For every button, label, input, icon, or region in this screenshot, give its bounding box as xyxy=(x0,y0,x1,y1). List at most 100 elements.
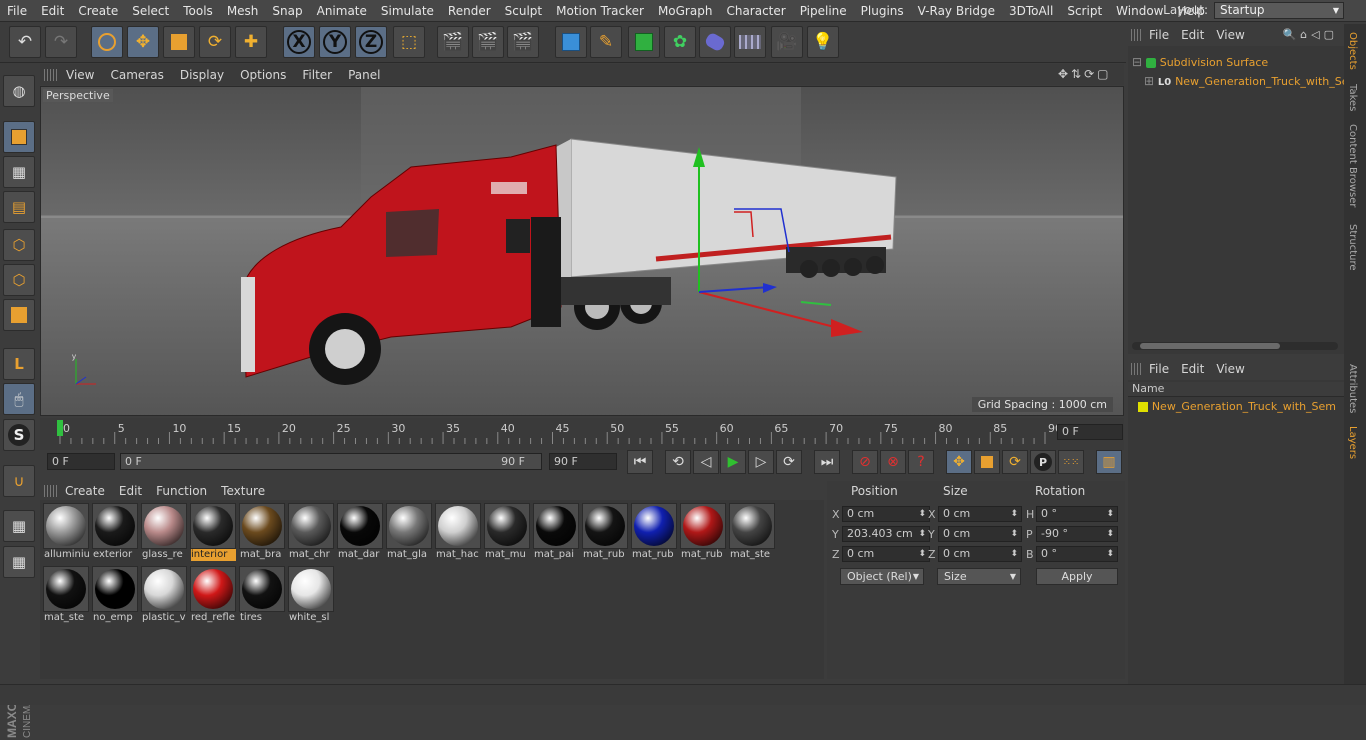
key-parameter-button[interactable]: P xyxy=(1030,450,1056,474)
size-field[interactable]: 0 cm ⬍ xyxy=(938,506,1022,522)
next-frame-button[interactable]: ▷ xyxy=(748,450,774,474)
rotate-button[interactable]: ⟳ xyxy=(199,26,231,58)
camera-button[interactable]: 🎥 xyxy=(771,26,803,58)
stepper-icon[interactable]: ⬍ xyxy=(918,547,926,561)
object-item-truck[interactable]: ⊞ L0 New_Generation_Truck_with_Sem xyxy=(1144,74,1344,88)
material-swatch[interactable]: mat_mu xyxy=(484,503,530,561)
subdivision-button[interactable] xyxy=(628,26,660,58)
material-swatch[interactable]: mat_chr xyxy=(288,503,334,561)
floor-button[interactable] xyxy=(734,26,766,58)
menu-file[interactable]: File xyxy=(0,0,34,22)
stepper-icon[interactable]: ⬍ xyxy=(1010,527,1018,541)
tab-attributes[interactable]: Attributes xyxy=(1347,364,1358,413)
menu-mograph[interactable]: MoGraph xyxy=(651,0,720,22)
material-swatch[interactable]: glass_re xyxy=(141,503,187,561)
viewport-perspective[interactable]: y Perspective Grid Spacing : 1000 cm xyxy=(40,86,1124,416)
y-axis-button[interactable]: Y xyxy=(319,26,351,58)
light-button[interactable]: 💡 xyxy=(807,26,839,58)
edges-mode-button[interactable]: ⬡ xyxy=(3,264,35,296)
material-swatch[interactable]: mat_gla xyxy=(386,503,432,561)
menu-motion-tracker[interactable]: Motion Tracker xyxy=(549,0,651,22)
object-hscrollbar[interactable] xyxy=(1132,342,1338,350)
next-key-button[interactable]: ⟳ xyxy=(776,450,802,474)
material-swatch[interactable]: alluminium xyxy=(43,503,89,561)
stepper-icon[interactable]: ⬍ xyxy=(1106,507,1114,521)
rot-field[interactable]: 0 ° ⬍ xyxy=(1036,506,1118,522)
material-swatch[interactable]: interior xyxy=(190,503,236,561)
autokey-button[interactable]: ⊗ xyxy=(880,450,906,474)
menu-pipeline[interactable]: Pipeline xyxy=(793,0,854,22)
tab-layers[interactable]: Layers xyxy=(1347,426,1358,459)
timeline[interactable]: 051015202530354045505560657075808590 xyxy=(40,418,1124,450)
viewport-menu-panel[interactable]: Panel xyxy=(340,68,388,82)
z-axis-button[interactable]: Z xyxy=(355,26,387,58)
previous-frame-button[interactable]: ◁ xyxy=(693,450,719,474)
stepper-icon[interactable]: ⬍ xyxy=(1106,547,1114,561)
menu-simulate[interactable]: Simulate xyxy=(374,0,441,22)
menu-edit[interactable]: Edit xyxy=(34,0,71,22)
key-scale-button[interactable] xyxy=(974,450,1000,474)
playhead[interactable] xyxy=(57,420,63,436)
menu-window[interactable]: Window xyxy=(1109,0,1170,22)
material-swatch[interactable]: no_emp xyxy=(92,566,138,624)
layout-select[interactable]: Startup xyxy=(1214,2,1344,19)
object-menu-view[interactable]: View xyxy=(1210,28,1250,42)
snap-button[interactable]: S xyxy=(3,419,35,451)
stepper-icon[interactable]: ⬍ xyxy=(918,507,926,521)
material-swatch[interactable]: mat_rub xyxy=(680,503,726,561)
menu-animate[interactable]: Animate xyxy=(310,0,374,22)
object-item-subdivision[interactable]: ⊟ Subdivision Surface xyxy=(1132,55,1342,69)
object-menu-edit[interactable]: Edit xyxy=(1175,28,1210,42)
keyframe-selection-button[interactable]: ? xyxy=(908,450,934,474)
play-button[interactable]: ▶ xyxy=(720,450,746,474)
go-to-end-button[interactable]: ⏭ xyxy=(814,450,840,474)
viewport-menu-cameras[interactable]: Cameras xyxy=(102,68,171,82)
timeline-window-button[interactable]: ▥ xyxy=(1096,450,1122,474)
previous-key-button[interactable]: ⟲ xyxy=(665,450,691,474)
size-field[interactable]: 0 cm ⬍ xyxy=(938,526,1022,542)
model-mode-button[interactable] xyxy=(3,121,35,153)
menu-3dtoall[interactable]: 3DToAll xyxy=(1002,0,1060,22)
material-swatch[interactable]: mat_ste xyxy=(43,566,89,624)
object-menu-file[interactable]: File xyxy=(1143,28,1175,42)
viewport-nav-icons[interactable]: ✥⇅⟳▢ xyxy=(1058,67,1112,81)
material-swatch[interactable]: mat_ste xyxy=(729,503,775,561)
rot-field[interactable]: -90 ° ⬍ xyxy=(1036,526,1118,542)
pos-field[interactable]: 0 cm ⬍ xyxy=(842,546,930,562)
layer-menu-edit[interactable]: Edit xyxy=(1175,362,1210,376)
x-axis-button[interactable]: X xyxy=(283,26,315,58)
tab-objects[interactable]: Objects xyxy=(1347,32,1358,70)
material-swatch[interactable]: plastic_v xyxy=(141,566,187,624)
material-swatch[interactable]: mat_pai xyxy=(533,503,579,561)
key-pla-button[interactable]: ⁙⁙ xyxy=(1058,450,1084,474)
menu-plugins[interactable]: Plugins xyxy=(854,0,911,22)
menu-snap[interactable]: Snap xyxy=(265,0,309,22)
menu-tools[interactable]: Tools xyxy=(176,0,220,22)
material-menu-edit[interactable]: Edit xyxy=(112,484,149,498)
viewport-menu-filter[interactable]: Filter xyxy=(294,68,340,82)
polygons-mode-button[interactable] xyxy=(3,299,35,331)
redo-button[interactable]: ↷ xyxy=(45,26,77,58)
points-mode-button[interactable]: ⬡ xyxy=(3,229,35,261)
frame-range-slider[interactable]: 0 F 90 F xyxy=(120,453,542,470)
material-swatch[interactable]: mat_dar xyxy=(337,503,383,561)
menu-create[interactable]: Create xyxy=(71,0,125,22)
render-picture-viewer-button[interactable]: 🎬 xyxy=(472,26,504,58)
viewport-menu-options[interactable]: Options xyxy=(232,68,294,82)
material-swatch[interactable]: mat_rub xyxy=(631,503,677,561)
render-view-button[interactable]: 🎬 xyxy=(437,26,469,58)
stepper-icon[interactable]: ⬍ xyxy=(918,527,926,541)
material-swatch[interactable]: mat_hac xyxy=(435,503,481,561)
material-swatch[interactable]: tires xyxy=(239,566,285,624)
deformer-button[interactable] xyxy=(699,26,731,58)
material-menu-create[interactable]: Create xyxy=(58,484,112,498)
pos-field[interactable]: 203.403 cm ⬍ xyxy=(842,526,930,542)
recent-tool-button[interactable]: ✚ xyxy=(235,26,267,58)
stepper-icon[interactable]: ⬍ xyxy=(1010,547,1018,561)
key-rotation-button[interactable]: ⟳ xyxy=(1002,450,1028,474)
tab-content-browser[interactable]: Content Browser xyxy=(1347,124,1358,207)
menu-render[interactable]: Render xyxy=(441,0,498,22)
cube-button[interactable] xyxy=(555,26,587,58)
render-settings-button[interactable]: 🎬 xyxy=(507,26,539,58)
stepper-icon[interactable]: ⬍ xyxy=(1010,507,1018,521)
